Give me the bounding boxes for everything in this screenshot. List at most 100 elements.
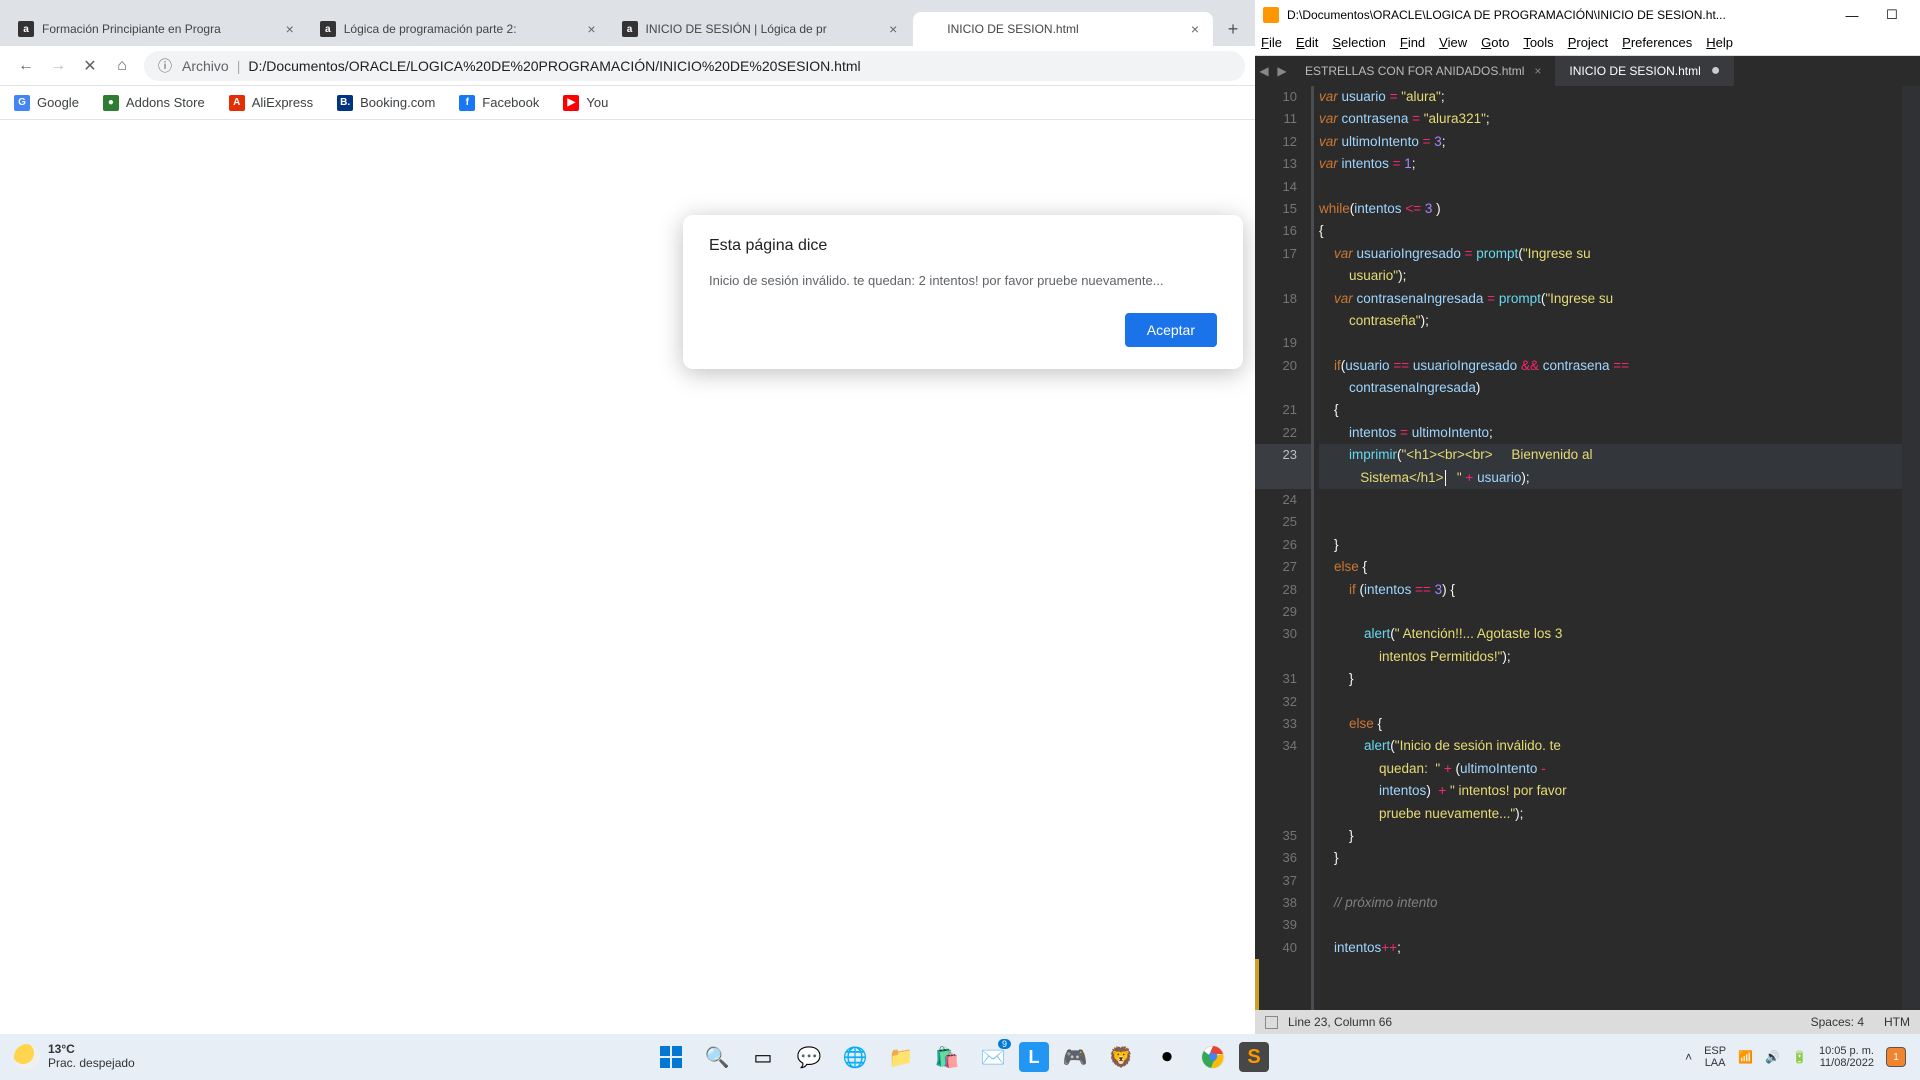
sublime-titlebar[interactable]: D:\Documentos\ORACLE\LOGICA DE PROGRAMAC…: [1255, 0, 1920, 30]
line-number[interactable]: 28: [1255, 579, 1311, 601]
line-number[interactable]: 11: [1255, 108, 1311, 130]
line-number[interactable]: 36: [1255, 847, 1311, 869]
line-number[interactable]: 17: [1255, 243, 1311, 265]
clock[interactable]: 10:05 p. m. 11/08/2022: [1819, 1045, 1874, 1069]
store-app-icon[interactable]: 🛍️: [927, 1037, 967, 1077]
sublime-app-icon[interactable]: S: [1239, 1042, 1269, 1072]
code-line[interactable]: {: [1319, 220, 1902, 242]
chrome-app-icon[interactable]: [1193, 1037, 1233, 1077]
xbox-app-icon[interactable]: 🎮: [1055, 1037, 1095, 1077]
line-number[interactable]: [1255, 758, 1311, 780]
code-line[interactable]: alert("Inicio de sesión inválido. te: [1319, 735, 1902, 757]
line-number[interactable]: 26: [1255, 534, 1311, 556]
line-number[interactable]: 35: [1255, 825, 1311, 847]
accept-button[interactable]: Aceptar: [1125, 313, 1217, 347]
notifications-button[interactable]: 1: [1886, 1047, 1906, 1067]
code-line[interactable]: if(usuario == usuarioIngresado && contra…: [1319, 355, 1902, 377]
chat-app-icon[interactable]: 💬: [789, 1037, 829, 1077]
home-button[interactable]: ⌂: [106, 50, 138, 82]
start-button[interactable]: [651, 1037, 691, 1077]
code-line[interactable]: var intentos = 1;: [1319, 153, 1902, 175]
close-icon[interactable]: ×: [584, 21, 600, 37]
line-number[interactable]: [1255, 803, 1311, 825]
line-number[interactable]: 23: [1255, 444, 1311, 466]
brave-app-icon[interactable]: 🦁: [1101, 1037, 1141, 1077]
code-line[interactable]: quedan: " + (ultimoIntento -: [1319, 758, 1902, 780]
explorer-app-icon[interactable]: 📁: [881, 1037, 921, 1077]
line-number[interactable]: [1255, 377, 1311, 399]
code-line[interactable]: else {: [1319, 713, 1902, 735]
bookmark-item[interactable]: B.Booking.com: [337, 95, 435, 111]
camtasia-app-icon[interactable]: ⏺: [1147, 1037, 1187, 1077]
browser-tab-3[interactable]: INICIO DE SESION.html×: [913, 12, 1213, 46]
code-line[interactable]: var ultimoIntento = 3;: [1319, 131, 1902, 153]
code-line[interactable]: var contrasena = "alura321";: [1319, 108, 1902, 130]
menu-item[interactable]: Find: [1400, 35, 1425, 50]
bookmark-item[interactable]: AAliExpress: [229, 95, 313, 111]
next-tab-icon[interactable]: ▶: [1273, 64, 1291, 78]
line-number[interactable]: [1255, 646, 1311, 668]
site-info-icon[interactable]: ⓘ: [158, 56, 172, 76]
code-editor[interactable]: 1011121314151617181920212223242526272829…: [1255, 86, 1920, 1010]
panel-toggle-icon[interactable]: [1265, 1016, 1278, 1029]
close-icon[interactable]: ×: [885, 21, 901, 37]
syntax-indicator[interactable]: HTM: [1884, 1015, 1910, 1029]
line-number[interactable]: 34: [1255, 735, 1311, 757]
code-line[interactable]: [1319, 870, 1902, 892]
language-app-icon[interactable]: L: [1019, 1042, 1049, 1072]
line-number[interactable]: 19: [1255, 332, 1311, 354]
line-number[interactable]: 37: [1255, 870, 1311, 892]
line-number[interactable]: 15: [1255, 198, 1311, 220]
line-number[interactable]: 24: [1255, 489, 1311, 511]
code-line[interactable]: contrasenaIngresada): [1319, 377, 1902, 399]
wifi-icon[interactable]: 📶: [1738, 1050, 1753, 1064]
menu-item[interactable]: Edit: [1296, 35, 1318, 50]
line-number[interactable]: [1255, 780, 1311, 802]
line-number[interactable]: 18: [1255, 288, 1311, 310]
line-number[interactable]: 33: [1255, 713, 1311, 735]
code-area[interactable]: var usuario = "alura";var contrasena = "…: [1319, 86, 1902, 959]
code-line[interactable]: alert(" Atención!!... Agotaste los 3: [1319, 623, 1902, 645]
code-line[interactable]: intentos = ultimoIntento;: [1319, 422, 1902, 444]
code-line[interactable]: contraseña");: [1319, 310, 1902, 332]
code-line[interactable]: usuario");: [1319, 265, 1902, 287]
line-number[interactable]: 10: [1255, 86, 1311, 108]
indent-indicator[interactable]: Spaces: 4: [1811, 1015, 1864, 1029]
code-line[interactable]: [1319, 914, 1902, 936]
line-number[interactable]: 22: [1255, 422, 1311, 444]
line-number[interactable]: 21: [1255, 399, 1311, 421]
code-line[interactable]: var usuario = "alura";: [1319, 86, 1902, 108]
stop-button[interactable]: ✕: [74, 50, 106, 82]
line-number[interactable]: 14: [1255, 176, 1311, 198]
menu-item[interactable]: Preferences: [1622, 35, 1692, 50]
line-number[interactable]: 32: [1255, 691, 1311, 713]
cursor-position[interactable]: Line 23, Column 66: [1288, 1015, 1392, 1029]
code-line[interactable]: [1319, 691, 1902, 713]
task-view-button[interactable]: ▭: [743, 1037, 783, 1077]
menu-item[interactable]: Goto: [1481, 35, 1509, 50]
edge-app-icon[interactable]: 🌐: [835, 1037, 875, 1077]
code-line[interactable]: [1319, 176, 1902, 198]
line-number[interactable]: 20: [1255, 355, 1311, 377]
editor-tab[interactable]: INICIO DE SESION.html●: [1555, 56, 1734, 86]
mail-app-icon[interactable]: ✉️: [973, 1037, 1013, 1077]
search-button[interactable]: 🔍: [697, 1037, 737, 1077]
line-number[interactable]: [1255, 265, 1311, 287]
menu-item[interactable]: View: [1439, 35, 1467, 50]
windows-taskbar[interactable]: 13°C Prac. despejado 🔍 ▭ 💬 🌐 📁 🛍️ ✉️ L 🎮…: [0, 1034, 1920, 1080]
line-number[interactable]: [1255, 467, 1311, 489]
weather-widget[interactable]: 13°C Prac. despejado: [14, 1043, 135, 1071]
code-line[interactable]: [1319, 332, 1902, 354]
code-line[interactable]: [1319, 489, 1902, 511]
line-number[interactable]: 16: [1255, 220, 1311, 242]
forward-button[interactable]: →: [42, 50, 74, 82]
code-line[interactable]: [1319, 601, 1902, 623]
menu-item[interactable]: Selection: [1332, 35, 1385, 50]
language-indicator[interactable]: ESP LAA: [1704, 1045, 1726, 1069]
code-line[interactable]: [1319, 511, 1902, 533]
code-line[interactable]: pruebe nuevamente...");: [1319, 803, 1902, 825]
sublime-menubar[interactable]: FileEditSelectionFindViewGotoToolsProjec…: [1255, 30, 1920, 56]
tray-overflow-icon[interactable]: ˄: [1685, 1050, 1692, 1064]
editor-tab[interactable]: ESTRELLAS CON FOR ANIDADOS.html×: [1291, 56, 1555, 86]
line-number[interactable]: 29: [1255, 601, 1311, 623]
